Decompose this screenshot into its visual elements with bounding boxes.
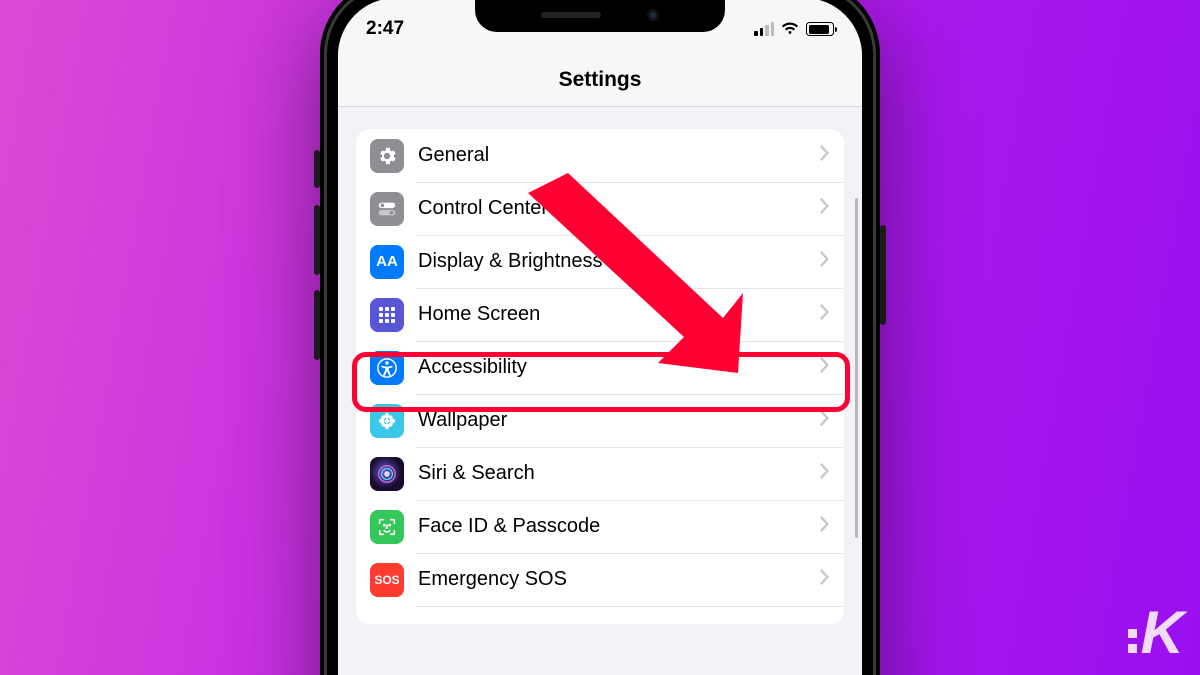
status-time: 2:47 (366, 18, 404, 40)
row-label: Accessibility (418, 356, 820, 379)
chevron-right-icon (820, 516, 830, 537)
row-siri-search[interactable]: Siri & Search (356, 447, 844, 500)
cellular-icon (754, 22, 774, 36)
row-control-center[interactable]: Control Center (356, 182, 844, 235)
chevron-right-icon (820, 304, 830, 325)
page-title-label: Settings (559, 68, 642, 91)
wifi-icon (781, 22, 799, 36)
display-icon: AA (370, 245, 404, 279)
watermark: K (1128, 598, 1182, 667)
row-label: Home Screen (418, 303, 820, 326)
row-display-brightness[interactable]: AA Display & Brightness (356, 235, 844, 288)
row-label: Control Center (418, 197, 820, 220)
row-label: Wallpaper (418, 409, 820, 432)
chevron-right-icon (820, 569, 830, 590)
row-wallpaper[interactable]: Wallpaper (356, 394, 844, 447)
toggles-icon (370, 192, 404, 226)
mute-switch (314, 150, 320, 188)
row-label: Emergency SOS (418, 568, 820, 591)
row-partial[interactable] (356, 606, 844, 624)
battery-icon (806, 22, 834, 36)
row-emergency-sos[interactable]: SOS Emergency SOS (356, 553, 844, 606)
flower-icon (370, 404, 404, 438)
row-accessibility[interactable]: Accessibility (356, 341, 844, 394)
speaker-grille (541, 12, 601, 18)
row-home-screen[interactable]: Home Screen (356, 288, 844, 341)
row-label: Face ID & Passcode (418, 515, 820, 538)
page-title: Settings (338, 50, 862, 107)
chevron-right-icon (820, 410, 830, 431)
front-camera (647, 9, 659, 21)
siri-icon (370, 457, 404, 491)
chevron-right-icon (820, 357, 830, 378)
volume-down-button (314, 290, 320, 360)
watermark-dots (1128, 629, 1137, 653)
sos-icon: SOS (370, 563, 404, 597)
row-label: Siri & Search (418, 462, 820, 485)
watermark-letter: K (1141, 598, 1182, 667)
row-faceid-passcode[interactable]: Face ID & Passcode (356, 500, 844, 553)
faceid-icon (370, 510, 404, 544)
chevron-right-icon (820, 463, 830, 484)
accessibility-icon (370, 351, 404, 385)
gear-icon (370, 139, 404, 173)
row-label: Display & Brightness (418, 250, 820, 273)
settings-list: General Control Center AA Display & Brig… (356, 129, 844, 624)
home-grid-icon (370, 298, 404, 332)
scroll-indicator (855, 198, 858, 538)
power-button (880, 225, 886, 325)
row-general[interactable]: General (356, 129, 844, 182)
volume-up-button (314, 205, 320, 275)
chevron-right-icon (820, 198, 830, 219)
row-label: General (418, 144, 820, 167)
chevron-right-icon (820, 251, 830, 272)
screen: 2:47 Settings General (338, 0, 862, 675)
notch (475, 0, 725, 32)
chevron-right-icon (820, 145, 830, 166)
phone-frame: 2:47 Settings General (320, 0, 880, 675)
